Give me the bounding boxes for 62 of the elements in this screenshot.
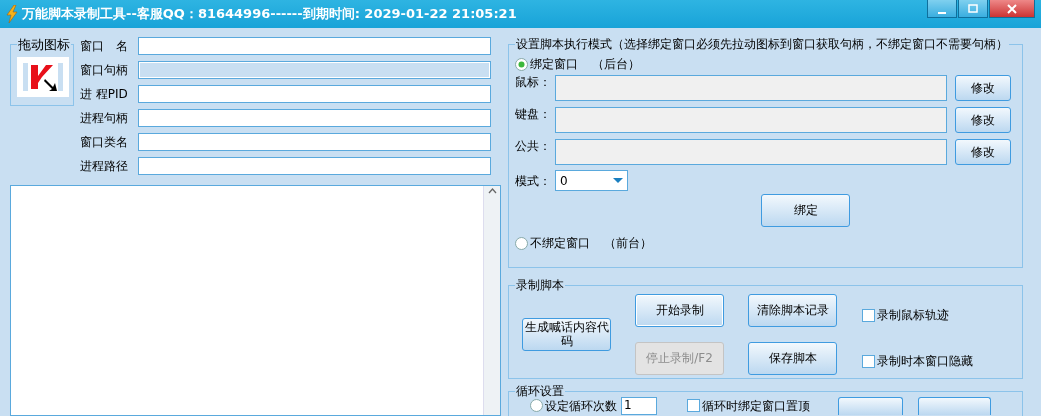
- mode-label: 模式：: [515, 173, 552, 189]
- input-label: 公共：: [515, 139, 552, 154]
- input-label: 鼠标：: [515, 75, 552, 90]
- field-label: 进程句柄: [80, 110, 129, 126]
- text-field[interactable]: [138, 85, 491, 103]
- edit-button[interactable]: 修改: [955, 75, 1011, 102]
- edit-button[interactable]: 修改: [955, 139, 1011, 166]
- checkbox[interactable]: [687, 399, 700, 413]
- loop-count-field[interactable]: 1: [621, 397, 657, 415]
- mode-note: （前台）: [604, 236, 652, 251]
- group-title: 录制脚本: [515, 278, 565, 293]
- input-label: 键盘：: [515, 107, 552, 122]
- radio-label: 绑定窗口: [530, 57, 578, 72]
- field-label: 窗口 名: [80, 38, 129, 54]
- blank-button[interactable]: [918, 397, 991, 415]
- group-title: 循环设置: [515, 384, 565, 399]
- checkbox[interactable]: [862, 308, 875, 322]
- radio-button[interactable]: [515, 237, 528, 251]
- text-field[interactable]: [555, 139, 947, 166]
- checkbox[interactable]: [862, 355, 875, 369]
- scrollbar[interactable]: [483, 186, 500, 415]
- radio-button[interactable]: [515, 57, 528, 71]
- mode-dropdown[interactable]: 0: [555, 170, 628, 192]
- lightning-icon: [6, 5, 18, 23]
- checkbox-label: 录制鼠标轨迹: [877, 308, 949, 323]
- text-field[interactable]: [138, 109, 491, 127]
- radio-button[interactable]: [530, 399, 543, 413]
- dropdown-arrow-icon: [613, 177, 623, 184]
- dropdown-value: 0: [560, 173, 568, 189]
- maximize-icon: [968, 3, 978, 14]
- minimize-icon: [938, 11, 946, 14]
- field-label: 窗口句柄: [80, 62, 129, 78]
- text-field[interactable]: [555, 107, 947, 134]
- close-icon: [1007, 3, 1017, 14]
- scroll-up-icon[interactable]: [487, 188, 497, 194]
- close-button[interactable]: [989, 0, 1035, 18]
- field-label: 窗口类名: [80, 134, 129, 150]
- group-title: 设置脚本执行模式（选择绑定窗口必须先拉动图标到窗口获取句柄，不绑定窗口不需要句柄）: [515, 37, 1009, 52]
- minimize-button[interactable]: [927, 0, 957, 18]
- save-script-button[interactable]: 保存脚本: [748, 342, 837, 375]
- group-title: 拖动图标: [17, 37, 71, 53]
- generate-code-button[interactable]: 生成喊话内容代码: [522, 318, 611, 351]
- drag-target-icon[interactable]: [17, 57, 69, 97]
- checkbox-label: 循环时绑定窗口置顶: [702, 398, 810, 414]
- radio-label: 不绑定窗口: [530, 236, 590, 251]
- text-field[interactable]: [138, 37, 491, 55]
- window-title: 万能脚本录制工具--客服QQ：81644996------到期时间: 2029-01-22 21:05:21: [22, 6, 517, 22]
- checkbox-label: 录制时本窗口隐藏: [877, 354, 973, 369]
- radio-dot-icon: [518, 60, 525, 68]
- text-field[interactable]: [138, 133, 491, 151]
- bind-button[interactable]: 绑定: [761, 194, 850, 228]
- maximize-button[interactable]: [958, 0, 988, 18]
- text-field[interactable]: [138, 157, 491, 175]
- blank-button[interactable]: [838, 397, 903, 415]
- text-field[interactable]: [555, 75, 947, 102]
- field-label: 进 程PID: [80, 86, 129, 102]
- mode-note: （后台）: [592, 57, 640, 72]
- radio-label: 设定循环次数: [545, 398, 617, 414]
- field-label: 进程路径: [80, 158, 129, 174]
- edit-button[interactable]: 修改: [955, 107, 1011, 134]
- start-record-button[interactable]: 开始录制: [635, 294, 724, 327]
- clear-record-button[interactable]: 清除脚本记录: [748, 294, 837, 327]
